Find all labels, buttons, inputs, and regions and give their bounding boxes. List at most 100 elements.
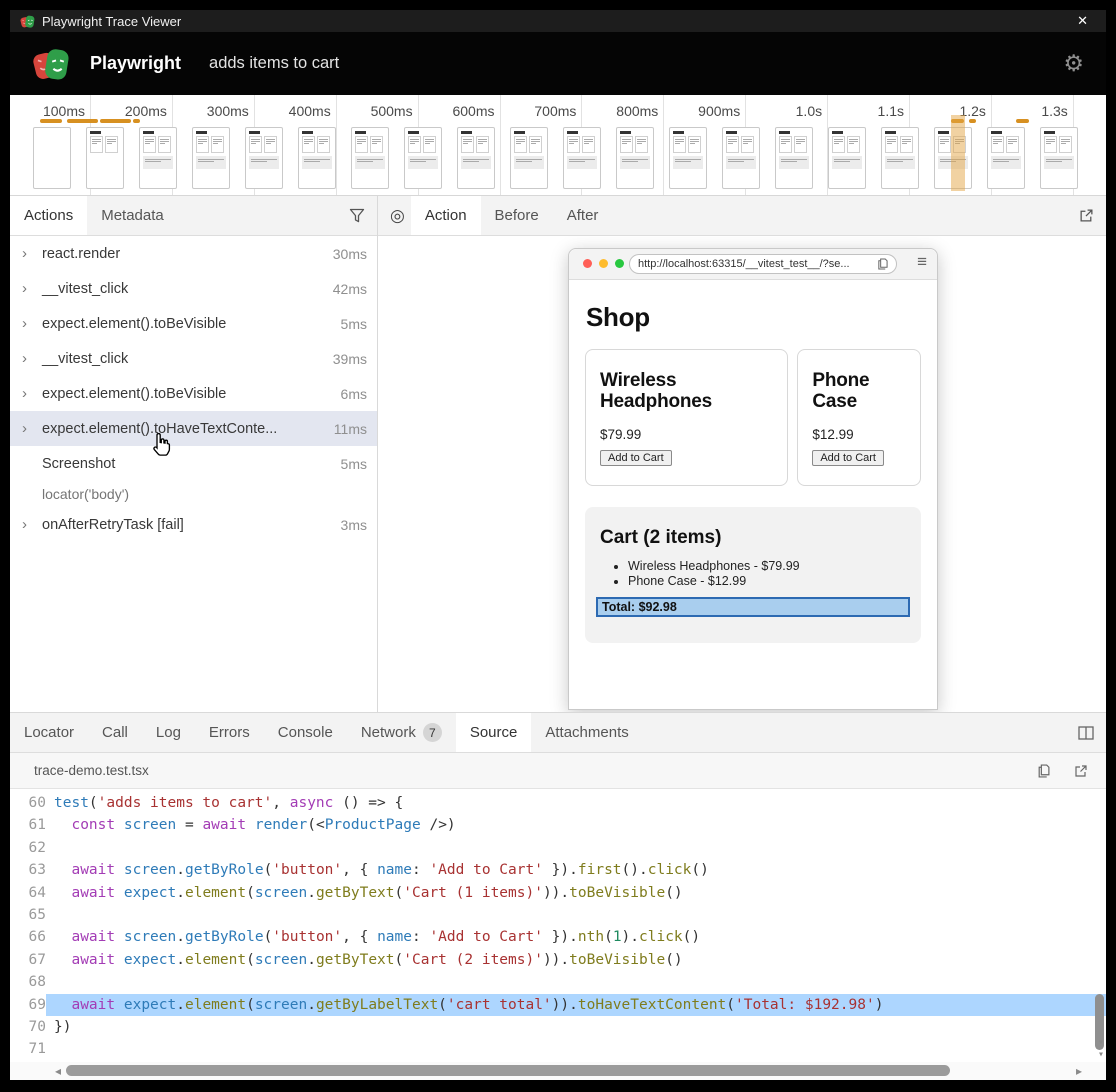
cart-item: Wireless Headphones - $79.99: [628, 559, 910, 573]
tab-call[interactable]: Call: [88, 713, 142, 752]
filmstrip-frame[interactable]: [139, 127, 177, 189]
filmstrip-frame[interactable]: [298, 127, 336, 189]
close-icon[interactable]: ✕: [1069, 13, 1096, 29]
mini-product-card: [476, 136, 489, 153]
filmstrip-frame[interactable]: [563, 127, 601, 189]
filmstrip-frame[interactable]: [722, 127, 760, 189]
copy-url-icon[interactable]: [877, 258, 888, 270]
mini-shop-title: [938, 131, 949, 134]
filmstrip-frame[interactable]: [86, 127, 124, 189]
filmstrip-frame[interactable]: [828, 127, 866, 189]
product-price: $12.99: [812, 427, 906, 442]
filmstrip-frame[interactable]: [1040, 127, 1078, 189]
tab-console[interactable]: Console: [264, 713, 347, 752]
horizontal-scroll-thumb[interactable]: [66, 1065, 950, 1076]
filmstrip-frame[interactable]: [351, 127, 389, 189]
tab-action[interactable]: Action: [411, 196, 481, 235]
code-token: , {: [342, 862, 377, 878]
snapshot-page: Shop Wireless Headphones$79.99Add to Car…: [569, 280, 937, 643]
tab-before[interactable]: Before: [481, 196, 553, 235]
action-row[interactable]: ›__vitest_click39ms: [10, 341, 377, 376]
expand-chevron-icon[interactable]: ›: [22, 420, 42, 437]
filmstrip-frame[interactable]: [775, 127, 813, 189]
mini-line: [304, 139, 313, 140]
scroll-down-icon[interactable]: ▾: [1098, 1050, 1104, 1060]
expand-chevron-icon[interactable]: ›: [22, 245, 42, 262]
mini-line: [584, 139, 593, 140]
code-text: [46, 904, 1106, 926]
tab-metadata[interactable]: Metadata: [87, 196, 178, 235]
filmstrip-frame[interactable]: [881, 127, 919, 189]
mini-product-card: [1059, 136, 1072, 153]
action-row[interactable]: ›onAfterRetryTask [fail]3ms: [10, 507, 377, 542]
filmstrip-frame[interactable]: [987, 127, 1025, 189]
horizontal-scrollbar[interactable]: ◂ ▸: [10, 1062, 1106, 1080]
open-external-icon[interactable]: [1062, 764, 1092, 778]
code-text: await expect.element(screen.getByText('C…: [46, 882, 1106, 904]
code-token: }): [54, 1019, 71, 1035]
filmstrip-frame[interactable]: [510, 127, 548, 189]
action-row[interactable]: ›expect.element().toHaveTextConte...11ms: [10, 411, 377, 446]
action-row[interactable]: Screenshot5ms: [10, 446, 377, 481]
scroll-down-icon[interactable]: ▾: [1098, 1038, 1104, 1048]
tab-actions[interactable]: Actions: [10, 196, 87, 235]
filmstrip-frame[interactable]: [616, 127, 654, 189]
mini-cart-block: [567, 156, 597, 169]
scroll-left-icon[interactable]: ◂: [55, 1064, 61, 1078]
menu-icon[interactable]: ≡: [917, 252, 927, 272]
filter-icon[interactable]: [337, 196, 377, 235]
address-bar[interactable]: http://localhost:63315/__vitest_test__/?…: [629, 254, 897, 274]
trace-viewer-window: Playwright Trace Viewer ✕ Playwright add…: [10, 10, 1106, 1080]
add-to-cart-button[interactable]: Add to Cart: [600, 450, 672, 466]
expand-chevron-icon[interactable]: ›: [22, 350, 42, 367]
filmstrip-frame[interactable]: [33, 127, 71, 189]
filmstrip-frame[interactable]: [404, 127, 442, 189]
mini-line: [145, 141, 154, 142]
mini-cart-block: [885, 156, 915, 169]
action-row[interactable]: ›expect.element().toBeVisible5ms: [10, 306, 377, 341]
code-token: [115, 885, 124, 901]
code-token: getByLabelText: [316, 997, 438, 1013]
mini-card-row: [90, 136, 123, 153]
code-token: 1: [613, 929, 622, 945]
split-view-icon[interactable]: [1066, 713, 1106, 752]
tab-network[interactable]: Network7: [347, 713, 456, 752]
mini-product-card: [1044, 136, 1057, 153]
action-row[interactable]: ›__vitest_click42ms: [10, 271, 377, 306]
mini-line: [463, 139, 472, 140]
mini-line: [690, 143, 695, 144]
copy-source-icon[interactable]: [1025, 764, 1062, 778]
code-token: (: [395, 885, 404, 901]
tab-source[interactable]: Source: [456, 713, 532, 752]
action-row[interactable]: ›react.render30ms: [10, 236, 377, 271]
filmstrip-frame[interactable]: [669, 127, 707, 189]
tab-after[interactable]: After: [553, 196, 613, 235]
settings-gear-icon[interactable]: ⚙: [1063, 52, 1084, 75]
add-to-cart-button[interactable]: Add to Cart: [812, 450, 884, 466]
code-token: (: [604, 929, 613, 945]
tabbar-spacer: [612, 196, 1067, 235]
details-panel: LocatorCallLogErrorsConsoleNetwork7Sourc…: [10, 712, 1106, 1080]
expand-chevron-icon[interactable]: ›: [22, 385, 42, 402]
line-number: 68: [10, 971, 46, 993]
mini-card-row: [143, 136, 176, 153]
expand-chevron-icon[interactable]: ›: [22, 280, 42, 297]
tab-log[interactable]: Log: [142, 713, 195, 752]
pick-locator-target-icon[interactable]: ◎: [378, 196, 411, 235]
open-snapshot-external-icon[interactable]: [1067, 196, 1106, 235]
action-row[interactable]: ›expect.element().toBeVisible6ms: [10, 376, 377, 411]
timeline[interactable]: 100ms200ms300ms400ms500ms600ms700ms800ms…: [10, 95, 1106, 196]
mini-line: [569, 143, 574, 144]
tab-attachments[interactable]: Attachments: [531, 713, 642, 752]
filmstrip-frame[interactable]: [245, 127, 283, 189]
tab-locator[interactable]: Locator: [10, 713, 88, 752]
expand-chevron-icon[interactable]: ›: [22, 315, 42, 332]
mini-product-card: [779, 136, 792, 153]
mini-line: [690, 139, 699, 140]
tab-errors[interactable]: Errors: [195, 713, 264, 752]
filmstrip-frame[interactable]: [457, 127, 495, 189]
filmstrip-frame[interactable]: [192, 127, 230, 189]
code-text: await expect.element(screen.getByLabelTe…: [46, 994, 1106, 1016]
expand-chevron-icon[interactable]: ›: [22, 516, 42, 533]
scroll-right-icon[interactable]: ▸: [1076, 1064, 1082, 1078]
